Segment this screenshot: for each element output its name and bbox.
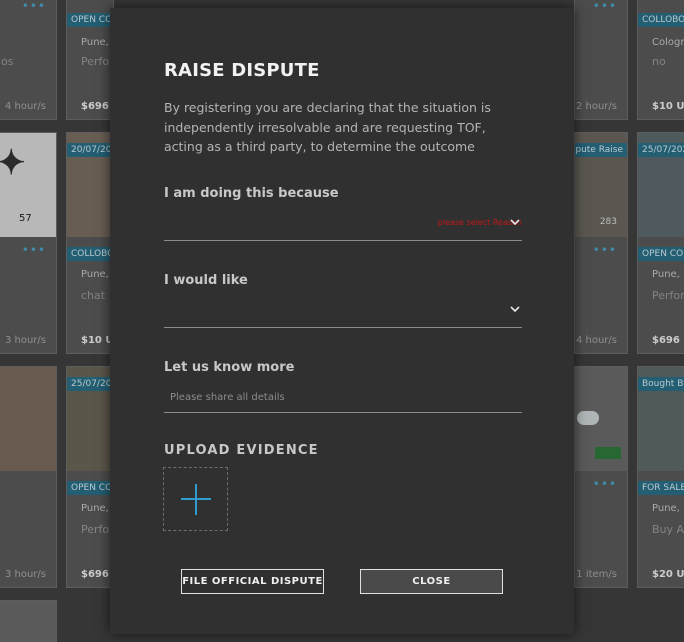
details-field bbox=[164, 383, 522, 413]
file-official-dispute-button[interactable]: FILE OFFICIAL DISPUTE bbox=[181, 569, 324, 594]
details-input[interactable] bbox=[164, 383, 522, 411]
chevron-down-icon bbox=[510, 219, 520, 226]
upload-evidence-label: UPLOAD EVIDENCE bbox=[164, 443, 319, 458]
reason-label: I am doing this because bbox=[164, 186, 339, 201]
outcome-select[interactable] bbox=[164, 292, 522, 328]
raise-dispute-dialog: RAISE DISPUTE By registering you are dec… bbox=[110, 8, 574, 634]
upload-evidence-button[interactable] bbox=[163, 467, 228, 531]
chevron-down-icon bbox=[510, 306, 520, 313]
outcome-label: I would like bbox=[164, 273, 248, 288]
reason-select[interactable]: please select Reason bbox=[164, 205, 522, 241]
dialog-description: By registering you are declaring that th… bbox=[164, 100, 491, 154]
close-button[interactable]: CLOSE bbox=[360, 569, 503, 594]
details-label: Let us know more bbox=[164, 360, 295, 375]
dialog-title: RAISE DISPUTE bbox=[164, 60, 320, 81]
